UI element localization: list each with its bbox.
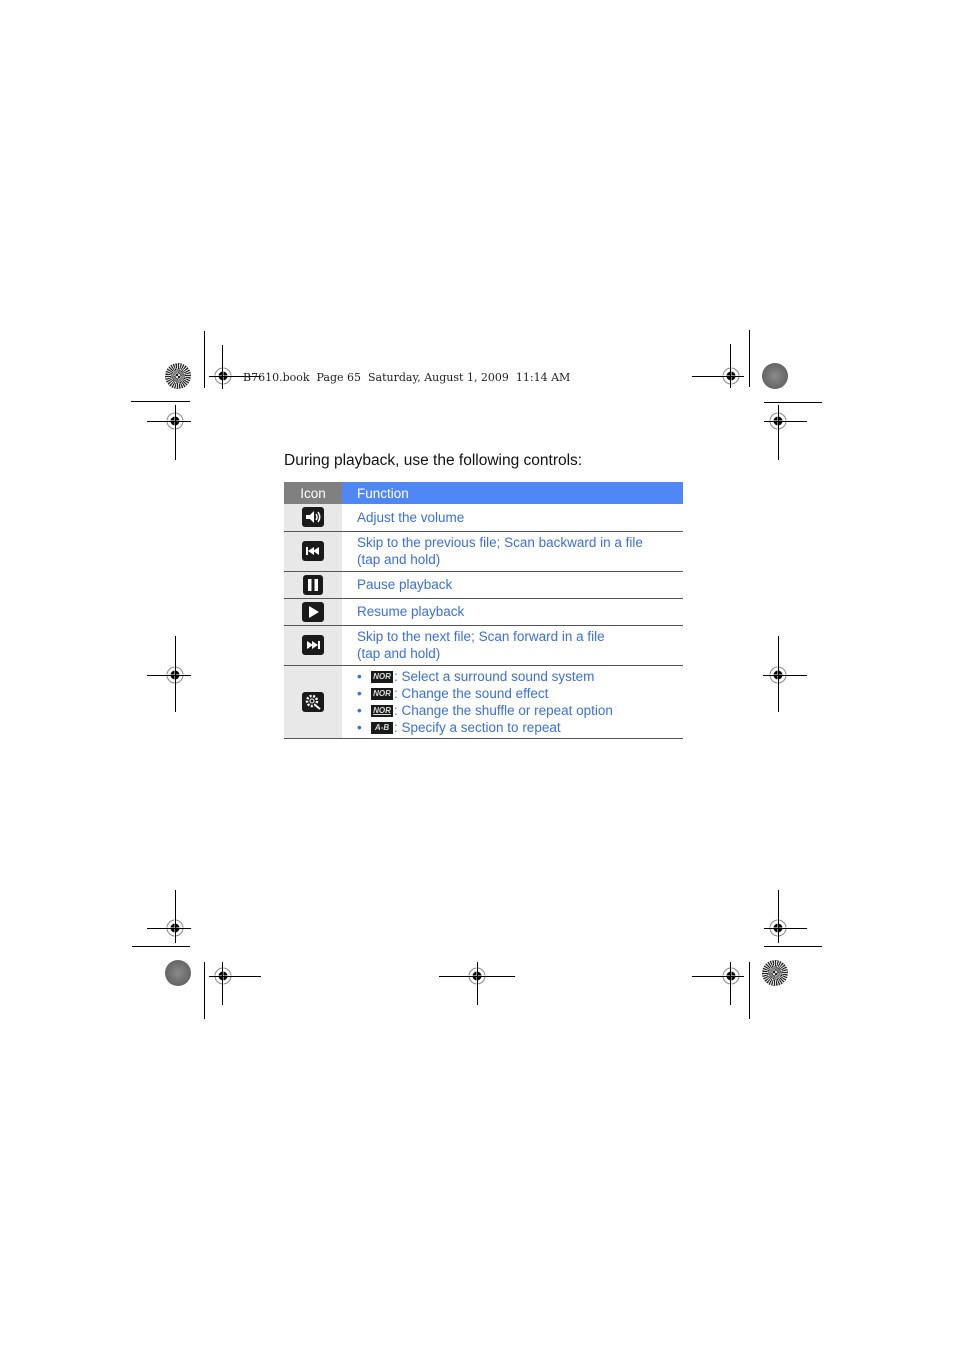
table-header-row: Icon Function [284, 482, 683, 504]
crop-mark [222, 345, 223, 389]
crop-mark [764, 928, 807, 929]
crop-mark [730, 344, 731, 388]
crop-mark [147, 928, 191, 929]
crop-mark [778, 636, 779, 712]
play-icon [302, 601, 324, 622]
list-item: • A-B: Specify a section to repeat [357, 719, 561, 735]
header-icon: Icon [284, 482, 342, 504]
table-row: Pause playback [284, 571, 683, 599]
crop-mark [730, 962, 731, 1005]
crop-mark [749, 962, 750, 1019]
list-item: • NOR: Change the shuffle or repeat optio… [357, 702, 613, 718]
row-text: Pause playback [357, 577, 453, 592]
crop-mark [175, 405, 176, 460]
pause-icon [303, 574, 323, 595]
skip-next-icon [302, 635, 324, 655]
row-text: (tap and hold) [357, 552, 441, 567]
crop-mark [764, 946, 822, 947]
crop-mark [132, 946, 190, 947]
volume-icon [302, 507, 324, 528]
table-row: Skip to the previous file; Scan backward… [284, 531, 683, 572]
row-text: Adjust the volume [357, 509, 465, 525]
row-text: Skip to the next file; Scan forward in a… [357, 629, 605, 644]
table-row: • NOR: Select a surround sound system • NO… [284, 665, 683, 739]
settings-options-list: • NOR: Select a surround sound system • NO… [357, 668, 683, 736]
crop-mark [147, 421, 191, 422]
crop-mark [204, 331, 205, 388]
crop-mark [439, 976, 515, 977]
crop-mark [764, 402, 822, 403]
registration-disc-bottom-left [165, 960, 191, 986]
shuffle-repeat-icon: NOR [371, 704, 393, 717]
ab-repeat-icon: A-B [371, 721, 393, 734]
sound-effect-icon: NOR [371, 687, 393, 700]
crop-mark [749, 330, 750, 387]
intro-text: During playback, use the following contr… [284, 452, 583, 469]
list-item: • NOR: Change the sound effect [357, 685, 549, 701]
settings-icon [302, 691, 324, 712]
crop-mark [692, 976, 744, 977]
crop-mark [222, 962, 223, 1005]
crop-mark [477, 962, 478, 1005]
crop-mark [778, 405, 779, 460]
registration-disc-top-left [165, 363, 191, 389]
crop-mark [763, 675, 807, 676]
crop-mark [209, 976, 261, 977]
skip-previous-icon [302, 541, 324, 561]
crop-mark [175, 890, 176, 943]
crop-mark [131, 401, 190, 402]
table-row: Resume playback [284, 598, 683, 626]
crop-mark [175, 636, 176, 712]
row-text: Skip to the previous file; Scan backward… [357, 535, 643, 550]
crop-mark [764, 421, 807, 422]
print-header: B7610.book Page 65 Saturday, August 1, 2… [243, 371, 571, 384]
row-text: (tap and hold) [357, 646, 441, 661]
surround-sound-icon: NOR [371, 670, 393, 683]
crop-mark [778, 890, 779, 943]
table-row: Adjust the volume [284, 504, 683, 532]
list-item: • NOR: Select a surround sound system [357, 668, 595, 684]
row-text: Resume playback [357, 604, 465, 619]
crop-mark [147, 675, 191, 676]
crop-mark [204, 962, 205, 1019]
header-function: Function [342, 482, 683, 504]
controls-table: Icon Function Adjust the volume Skip to … [284, 482, 683, 739]
crop-mark [692, 376, 744, 377]
registration-disc-bottom-right [762, 960, 788, 986]
registration-disc-top-right [762, 363, 788, 389]
table-row: Skip to the next file; Scan forward in a… [284, 625, 683, 666]
